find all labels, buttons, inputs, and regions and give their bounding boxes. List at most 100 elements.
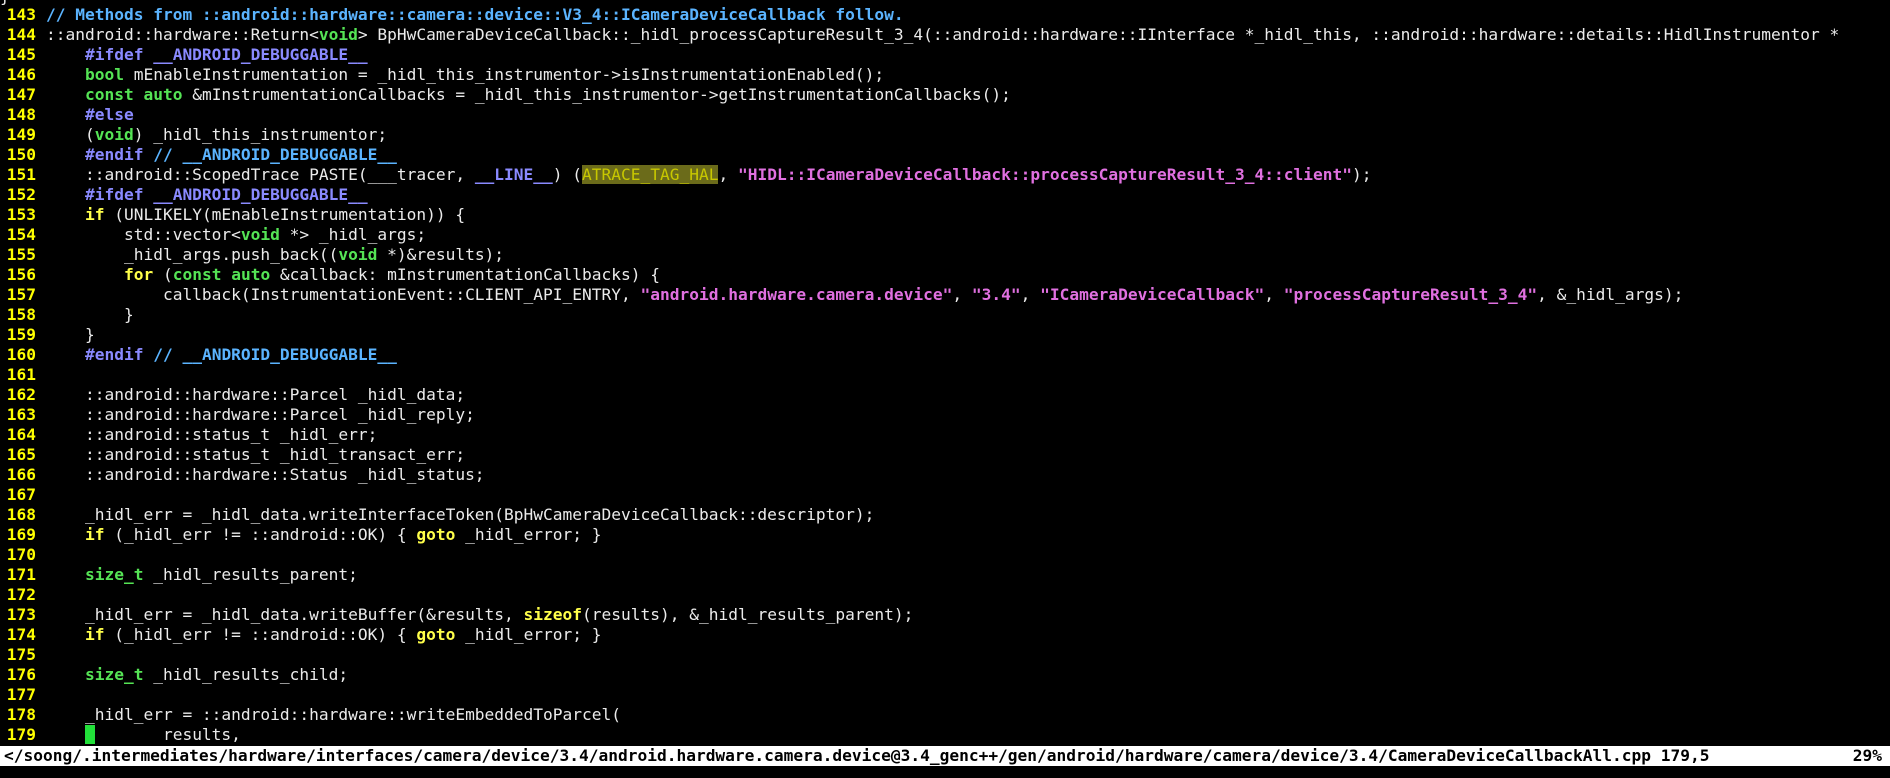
code-line[interactable]: 166 ::android::hardware::Status _hidl_st…	[0, 465, 1890, 485]
line-code[interactable]: const auto &mInstrumentationCallbacks = …	[46, 85, 1011, 104]
code-line[interactable]: 146 bool mEnableInstrumentation = _hidl_…	[0, 65, 1890, 85]
line-number: 168	[6, 505, 36, 524]
code-token-preproc: #ifdef __ANDROID_DEBUGGABLE__	[84, 45, 368, 64]
code-line[interactable]: 165 ::android::status_t _hidl_transact_e…	[0, 445, 1890, 465]
line-code[interactable]: if (_hidl_err != ::android::OK) { goto _…	[46, 625, 602, 644]
line-code[interactable]: _hidl_err = _hidl_data.writeInterfaceTok…	[46, 505, 874, 524]
code-line[interactable]: 178 _hidl_err = ::android::hardware::wri…	[0, 705, 1890, 725]
line-code[interactable]: #endif // __ANDROID_DEBUGGABLE__	[46, 345, 397, 364]
code-line[interactable]: 160 #endif // __ANDROID_DEBUGGABLE__	[0, 345, 1890, 365]
code-token-preproc: #endif	[84, 145, 144, 164]
code-line[interactable]: 161	[0, 365, 1890, 385]
code-line[interactable]: 177	[0, 685, 1890, 705]
command-line[interactable]	[0, 766, 1890, 778]
line-code[interactable]: }	[46, 305, 134, 324]
code-line[interactable]: 176 size_t _hidl_results_child;	[0, 665, 1890, 685]
code-token-plain: std::vector<	[46, 225, 241, 244]
code-line[interactable]: 155 _hidl_args.push_back((void *)&result…	[0, 245, 1890, 265]
line-number: 148	[6, 105, 36, 124]
line-code[interactable]: ::android::hardware::Parcel _hidl_data;	[46, 385, 465, 404]
code-line[interactable]: 143 // Methods from ::android::hardware::…	[0, 5, 1890, 25]
code-line[interactable]: 147 const auto &mInstrumentationCallback…	[0, 85, 1890, 105]
code-token-keyword: sizeof	[523, 605, 583, 624]
line-code[interactable]: #endif // __ANDROID_DEBUGGABLE__	[46, 145, 397, 164]
line-code[interactable]: size_t _hidl_results_parent;	[46, 565, 358, 584]
code-lines[interactable]: 143 // Methods from ::android::hardware::…	[0, 5, 1890, 745]
line-number: 172	[6, 585, 36, 604]
line-code[interactable]: #ifdef __ANDROID_DEBUGGABLE__	[46, 45, 368, 64]
code-line[interactable]: 167	[0, 485, 1890, 505]
line-code[interactable]: #else	[46, 105, 134, 124]
code-line[interactable]: 169 if (_hidl_err != ::android::OK) { go…	[0, 525, 1890, 545]
line-number: 151	[6, 165, 36, 184]
status-file-path: </soong/.intermediates/hardware/interfac…	[4, 746, 1710, 765]
code-line[interactable]: 164 ::android::status_t _hidl_err;	[0, 425, 1890, 445]
code-line[interactable]: 145 #ifdef __ANDROID_DEBUGGABLE__	[0, 45, 1890, 65]
code-token-plain: _hidl_err = _hidl_data.writeInterfaceTok…	[46, 505, 875, 524]
line-code[interactable]: for (const auto &callback: mInstrumentat…	[46, 265, 660, 284]
line-code[interactable]: if (UNLIKELY(mEnableInstrumentation)) {	[46, 205, 465, 224]
line-code[interactable]: _hidl_args.push_back((void *)&results);	[46, 245, 504, 264]
line-code[interactable]: callback(InstrumentationEvent::CLIENT_AP…	[46, 285, 1683, 304]
line-code[interactable]: ::android::hardware::Return<void> BpHwCa…	[46, 25, 1839, 44]
code-line[interactable]: 162 ::android::hardware::Parcel _hidl_da…	[0, 385, 1890, 405]
code-line[interactable]: 151 ::android::ScopedTrace PASTE(___trac…	[0, 165, 1890, 185]
code-line[interactable]: 170	[0, 545, 1890, 565]
code-line[interactable]: 174 if (_hidl_err != ::android::OK) { go…	[0, 625, 1890, 645]
code-line[interactable]: 172	[0, 585, 1890, 605]
code-line[interactable]: 157 callback(InstrumentationEvent::CLIEN…	[0, 285, 1890, 305]
line-number: 146	[6, 65, 36, 84]
code-line[interactable]: 175	[0, 645, 1890, 665]
code-line[interactable]: 171 size_t _hidl_results_parent;	[0, 565, 1890, 585]
code-token-plain: mEnableInstrumentation = _hidl_this_inst…	[123, 65, 885, 84]
code-token-plain: _hidl_args.push_back((	[46, 245, 339, 264]
code-token-plain: > BpHwCameraDeviceCallback::_hidl_proces…	[357, 25, 1840, 44]
line-code[interactable]: ::android::hardware::Parcel _hidl_reply;	[46, 405, 475, 424]
line-code[interactable]: ::android::status_t _hidl_transact_err;	[46, 445, 465, 464]
line-code[interactable]: results,	[46, 725, 241, 744]
line-code[interactable]: // Methods from ::android::hardware::cam…	[46, 5, 904, 24]
status-scroll-percent: 29%	[1852, 746, 1882, 765]
line-code[interactable]: if (_hidl_err != ::android::OK) { goto _…	[46, 525, 602, 544]
line-code[interactable]: ::android::ScopedTrace PASTE(___tracer, …	[46, 165, 1371, 184]
line-code[interactable]: ::android::status_t _hidl_err;	[46, 425, 377, 444]
code-line[interactable]: 150 #endif // __ANDROID_DEBUGGABLE__	[0, 145, 1890, 165]
line-number: 163	[6, 405, 36, 424]
code-token-type: const	[172, 265, 222, 284]
code-line[interactable]: 168 _hidl_err = _hidl_data.writeInterfac…	[0, 505, 1890, 525]
code-line[interactable]: 158 }	[0, 305, 1890, 325]
code-token-preproc: #endif	[84, 345, 144, 364]
code-token-plain: &mInstrumentationCallbacks = _hidl_this_…	[182, 85, 1011, 104]
code-line[interactable]: 144::android::hardware::Return<void> BpH…	[0, 25, 1890, 45]
line-code[interactable]: (void) _hidl_this_instrumentor;	[46, 125, 387, 144]
code-line[interactable]: 159 }	[0, 325, 1890, 345]
code-token-plain: ::android::hardware::Return<	[46, 25, 319, 44]
code-line[interactable]: 163 ::android::hardware::Parcel _hidl_re…	[0, 405, 1890, 425]
code-token-plain: results,	[94, 725, 241, 744]
line-code[interactable]: #ifdef __ANDROID_DEBUGGABLE__	[46, 185, 368, 204]
code-editor[interactable]: } 143 // Methods from ::android::hardware…	[0, 0, 1890, 746]
code-line[interactable]: 156 for (const auto &callback: mInstrume…	[0, 265, 1890, 285]
code-token-keyword: goto	[416, 525, 456, 544]
line-code[interactable]: bool mEnableInstrumentation = _hidl_this…	[46, 65, 884, 84]
code-line[interactable]: 173 _hidl_err = _hidl_data.writeBuffer(&…	[0, 605, 1890, 625]
code-token-plain: (_hidl_err != ::android::OK) {	[104, 625, 417, 644]
line-code[interactable]: _hidl_err = _hidl_data.writeBuffer(&resu…	[46, 605, 913, 624]
code-line[interactable]: 153 if (UNLIKELY(mEnableInstrumentation)…	[0, 205, 1890, 225]
code-line[interactable]: 152 #ifdef __ANDROID_DEBUGGABLE__	[0, 185, 1890, 205]
code-token-type: bool	[84, 65, 124, 84]
code-line[interactable]: 179 results,	[0, 725, 1890, 745]
line-code[interactable]: }	[46, 325, 95, 344]
code-line[interactable]: 154 std::vector<void *> _hidl_args;	[0, 225, 1890, 245]
code-token-keyword: if	[84, 525, 105, 544]
line-code[interactable]: size_t _hidl_results_child;	[46, 665, 348, 684]
code-line[interactable]: 148 #else	[0, 105, 1890, 125]
line-code[interactable]: _hidl_err = ::android::hardware::writeEm…	[46, 705, 621, 724]
line-code[interactable]: ::android::hardware::Status _hidl_status…	[46, 465, 485, 484]
code-line[interactable]: 149 (void) _hidl_this_instrumentor;	[0, 125, 1890, 145]
line-code[interactable]: std::vector<void *> _hidl_args;	[46, 225, 426, 244]
